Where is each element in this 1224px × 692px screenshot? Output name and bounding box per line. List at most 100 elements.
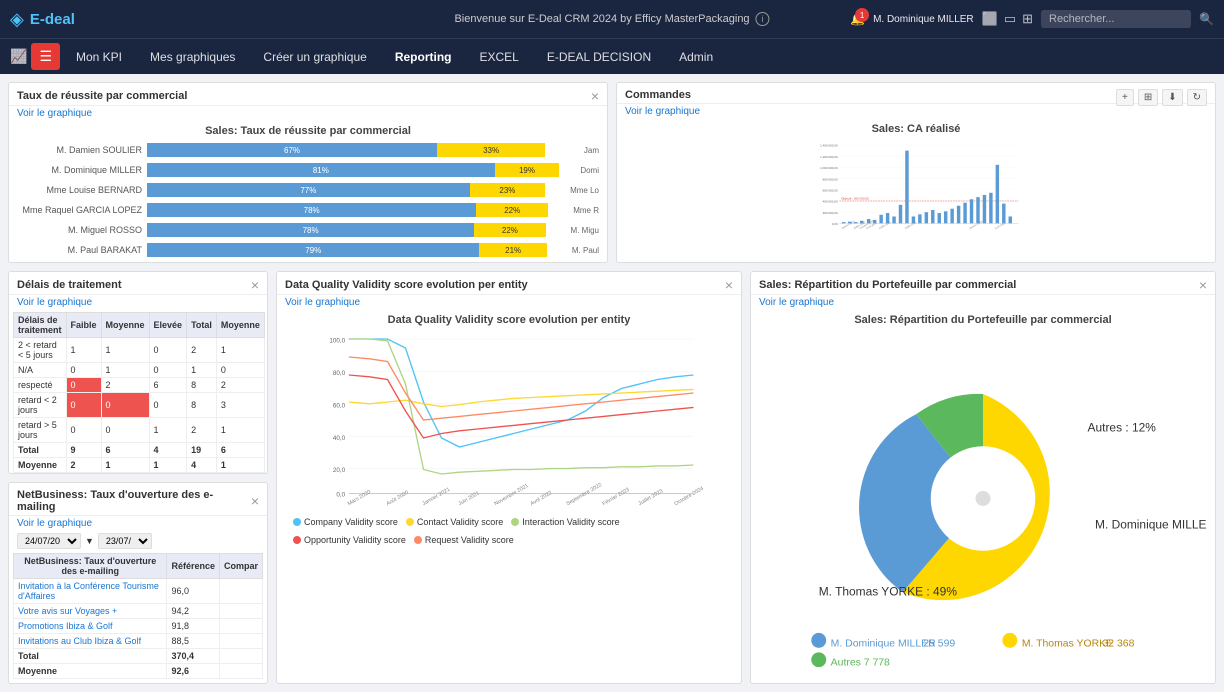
- table-row-moyenne: Moyenne 21 141: [14, 458, 265, 473]
- bar-row: M. Miguel ROSSO 78% 22% M. Migu: [17, 221, 599, 239]
- table-row: Votre avis sur Voyages + 94,2: [14, 603, 263, 618]
- dq-chart-title: Data Quality Validity score evolution pe…: [285, 314, 733, 326]
- date-from-select[interactable]: 24/07/20: [17, 533, 81, 549]
- svg-text:Mars 2020: Mars 2020: [347, 489, 372, 507]
- bar-row: M. Paul BARAKAT 79% 21% M. Paul: [17, 241, 599, 259]
- close-taux-button[interactable]: ×: [591, 89, 599, 103]
- dq-chart-svg: 100,0 80,0 60,0 40,0 20,0 0,0: [285, 330, 733, 510]
- panel-header-dq: Data Quality Validity score evolution pe…: [277, 272, 741, 295]
- panel-header-net: NetBusiness: Taux d'ouverture des e-mail…: [9, 483, 267, 516]
- nav-item-creer[interactable]: Créer un graphique: [251, 44, 378, 70]
- col-comp: Compar: [219, 553, 262, 578]
- col-ref: Référence: [167, 553, 220, 578]
- panel-data-quality: Data Quality Validity score evolution pe…: [276, 271, 742, 684]
- legend-contact: Contact Validity score: [406, 517, 503, 527]
- add-button[interactable]: +: [1116, 89, 1134, 106]
- topbar: ◈ E-deal Bienvenue sur E-Deal CRM 2024 b…: [0, 0, 1224, 38]
- notification-count: 1: [855, 8, 869, 22]
- dashboard: Taux de réussite par commercial × Voir l…: [0, 74, 1224, 692]
- info-icon[interactable]: i: [756, 12, 770, 26]
- col-header-moyenne: Moyenne: [101, 313, 149, 338]
- bar-chart-title: Sales: Taux de réussite par commercial: [17, 125, 599, 137]
- label-request: Request Validity score: [425, 535, 514, 545]
- svg-text:100,0: 100,0: [329, 338, 345, 345]
- svg-text:80,0: 80,0: [333, 370, 346, 377]
- refresh-button[interactable]: ↻: [1187, 89, 1207, 106]
- date-to-select[interactable]: 23/07/: [98, 533, 152, 549]
- link-commandes[interactable]: Voir le graphique: [617, 104, 1215, 119]
- close-rep-button[interactable]: ×: [1199, 278, 1207, 292]
- panel-taux-reussite: Taux de réussite par commercial × Voir l…: [8, 82, 608, 263]
- panel-title-taux: Taux de réussite par commercial: [17, 90, 187, 102]
- view-button[interactable]: ⊞: [1138, 89, 1158, 106]
- monitor-icon[interactable]: ▭: [1004, 11, 1016, 27]
- table-row: retard > 5 jours 00 121: [14, 418, 265, 443]
- close-delais-button[interactable]: ×: [251, 278, 259, 292]
- link-delais[interactable]: Voir le graphique: [9, 295, 267, 310]
- col-header-moy: Moyenne: [216, 313, 264, 338]
- bar-rows: M. Damien SOULIER 67% 33% Jam M. Dominiq…: [17, 141, 599, 263]
- bar-row: M. Pierrick RIVET 79% 21% M. Pier: [17, 261, 599, 263]
- table-row: Invitation à la Conférence Tourisme d'Af…: [14, 578, 263, 603]
- svg-text:Juillet 2023: Juillet 2023: [638, 488, 665, 507]
- nav-item-graphiques[interactable]: Mes graphiques: [138, 44, 247, 70]
- table-row: N/A 01 010: [14, 363, 265, 378]
- svg-text:Janvier 2021: Janvier 2021: [422, 487, 452, 508]
- top-icons: ⬜ ▭ ⊞: [982, 11, 1033, 27]
- navbar: 📈 ☰ Mon KPI Mes graphiques Créer un grap…: [0, 38, 1224, 74]
- panel-header-delais: Délais de traitement ×: [9, 272, 267, 295]
- panel-title-net: NetBusiness: Taux d'ouverture des e-mail…: [17, 489, 251, 513]
- panel-header-taux: Taux de réussite par commercial ×: [9, 83, 607, 106]
- svg-text:M. Thomas YORKE : 49%: M. Thomas YORKE : 49%: [819, 585, 958, 599]
- close-net-button[interactable]: ×: [251, 494, 259, 508]
- svg-text:Avril 2022: Avril 2022: [530, 490, 554, 507]
- close-dq-button[interactable]: ×: [725, 278, 733, 292]
- search-input[interactable]: [1041, 10, 1191, 28]
- panel-toolbar: + ⊞ ⬇ ↻: [1116, 89, 1207, 106]
- link-taux[interactable]: Voir le graphique: [9, 106, 607, 121]
- net-table: NetBusiness: Taux d'ouverture des e-mail…: [13, 553, 263, 679]
- link-rep[interactable]: Voir le graphique: [751, 295, 1215, 310]
- nav-item-excel[interactable]: EXCEL: [468, 44, 531, 70]
- dot-company: [293, 518, 301, 526]
- svg-text:1 200 000,00: 1 200 000,00: [820, 155, 838, 159]
- delais-table-container: Délais de traitement Faible Moyenne Elev…: [9, 310, 267, 474]
- nav-item-kpi[interactable]: Mon KPI: [64, 44, 134, 70]
- grid-icon[interactable]: ⊞: [1022, 11, 1033, 27]
- svg-text:600 000,00: 600 000,00: [823, 189, 838, 193]
- svg-text:M. Dominique MILLER : 38%: M. Dominique MILLER : 38%: [1095, 517, 1207, 531]
- col-header-total: Total: [187, 313, 217, 338]
- link-dq[interactable]: Voir le graphique: [277, 295, 741, 310]
- ca-chart-area: Sales: CA réalisé 1 400 000,00 1 200 000…: [617, 119, 1215, 246]
- svg-text:Novembre 2021: Novembre 2021: [494, 483, 530, 507]
- notification-bell[interactable]: 🔔 1: [850, 12, 865, 26]
- panel-netbusiness: NetBusiness: Taux d'ouverture des e-mail…: [8, 482, 268, 685]
- svg-text:60,0: 60,0: [333, 402, 346, 409]
- download-button[interactable]: ⬇: [1162, 89, 1182, 106]
- table-row: retard < 2 jours 0 0 083: [14, 393, 265, 418]
- bar-row: Mme Raquel GARCIA LOPEZ 78% 22% Mme R: [17, 201, 599, 219]
- dot-interaction: [511, 518, 519, 526]
- hamburger-button[interactable]: ☰: [31, 43, 60, 70]
- dot-contact: [406, 518, 414, 526]
- svg-text:Octobre 2024: Octobre 2024: [674, 486, 705, 507]
- nav-item-admin[interactable]: Admin: [667, 44, 725, 70]
- svg-text:1 400 000,00: 1 400 000,00: [820, 144, 838, 148]
- panel-header-rep: Sales: Répartition du Portefeuille par c…: [751, 272, 1215, 295]
- link-net[interactable]: Voir le graphique: [9, 516, 267, 531]
- nav-item-edeal[interactable]: E-DEAL DECISION: [535, 44, 663, 70]
- panel-title-rep: Sales: Répartition du Portefeuille par c…: [759, 279, 1016, 291]
- user-name: M. Dominique MILLER: [873, 14, 974, 25]
- legend-request: Request Validity score: [414, 535, 514, 545]
- col-header-elevee: Elevée: [149, 313, 187, 338]
- svg-text:200 000,00: 200 000,00: [823, 211, 838, 215]
- table-row: respecté 0 2 682: [14, 378, 265, 393]
- legend-interaction: Interaction Validity score: [511, 517, 619, 527]
- svg-text:1 000 000,00: 1 000 000,00: [820, 166, 838, 170]
- window-icon[interactable]: ⬜: [982, 11, 998, 27]
- search-icon[interactable]: 🔍: [1199, 12, 1214, 26]
- dot-request: [414, 536, 422, 544]
- nav-item-reporting[interactable]: Reporting: [383, 44, 464, 70]
- svg-text:Août 2020: Août 2020: [386, 490, 410, 507]
- donut-wrapper: Autres : 12% M. Dominique MILLER : 38% M…: [759, 330, 1207, 667]
